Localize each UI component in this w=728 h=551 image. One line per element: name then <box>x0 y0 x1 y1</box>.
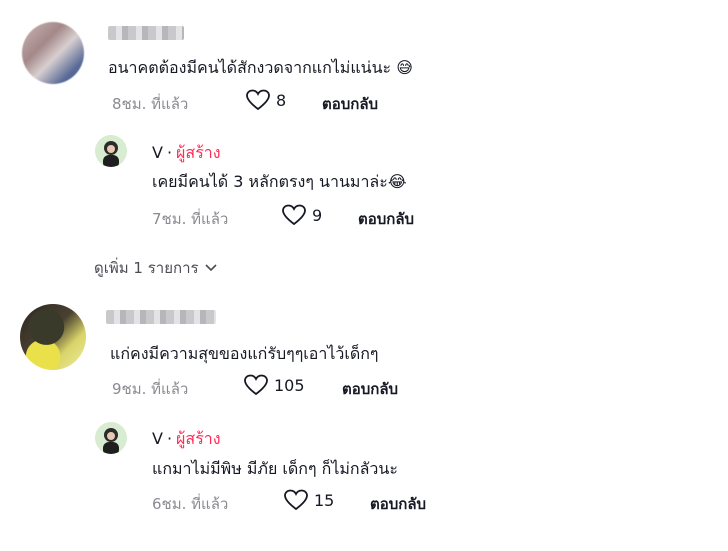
heart-icon <box>244 374 268 396</box>
reply-text: เคยมีคนได้ 3 หลักตรงๆ นานมาล่ะ😂 <box>152 172 407 191</box>
like-button[interactable]: 15 <box>284 489 334 511</box>
reply-button[interactable]: ตอบกลับ <box>342 377 398 401</box>
reply-button[interactable]: ตอบกลับ <box>358 207 414 231</box>
comment-text: อนาคตต้องมีคนได้สักงวดจากแกไม่แน่นะ 😅 <box>108 58 413 77</box>
view-more-label: ดูเพิ่ม 1 รายการ <box>94 259 199 277</box>
author-separator: · <box>166 429 173 448</box>
chevron-down-icon <box>204 264 217 272</box>
creator-badge: ผู้สร้าง <box>176 429 221 448</box>
creator-avatar[interactable] <box>95 135 127 167</box>
like-button[interactable]: 105 <box>244 374 305 396</box>
reply-author[interactable]: V · ผู้สร้าง <box>152 141 221 166</box>
comment-text: แก่คงมีความสุขของแก่รับๆๆเอาไว้เด็กๆ <box>110 344 379 363</box>
username-blurred[interactable] <box>108 26 184 40</box>
author-separator: · <box>166 143 173 162</box>
like-button[interactable]: 8 <box>246 89 286 111</box>
avatar[interactable] <box>22 22 84 84</box>
author-name[interactable]: V <box>152 143 163 162</box>
like-count: 15 <box>314 490 335 510</box>
like-count: 105 <box>274 375 305 395</box>
emoji: 😂 <box>387 172 407 191</box>
heart-icon <box>282 204 306 226</box>
heart-icon <box>284 489 308 511</box>
like-button[interactable]: 9 <box>282 204 322 226</box>
creator-avatar-image <box>103 141 119 167</box>
creator-avatar[interactable] <box>95 422 127 454</box>
comment-time: 9ชม. ที่แล้ว <box>112 380 189 398</box>
like-count: 9 <box>312 205 323 225</box>
heart-icon <box>246 89 270 111</box>
reply-time: 6ชม. ที่แล้ว <box>152 495 229 513</box>
reply-button[interactable]: ตอบกลับ <box>370 492 426 516</box>
like-count: 8 <box>276 90 287 110</box>
emoji: 😅 <box>396 58 413 77</box>
creator-avatar-image <box>103 428 119 454</box>
username-blurred[interactable] <box>106 310 216 324</box>
reply-time: 7ชม. ที่แล้ว <box>152 210 229 228</box>
reply-author[interactable]: V · ผู้สร้าง <box>152 427 221 452</box>
author-name[interactable]: V <box>152 429 163 448</box>
view-more-replies[interactable]: ดูเพิ่ม 1 รายการ <box>94 256 217 280</box>
comment-time: 8ชม. ที่แล้ว <box>112 95 189 113</box>
reply-button[interactable]: ตอบกลับ <box>322 92 378 116</box>
creator-badge: ผู้สร้าง <box>176 143 221 162</box>
avatar[interactable] <box>20 304 86 370</box>
reply-text: แกมาไม่มีพิษ มีภัย เด็กๆ ก็ไม่กลัวนะ <box>152 459 398 478</box>
